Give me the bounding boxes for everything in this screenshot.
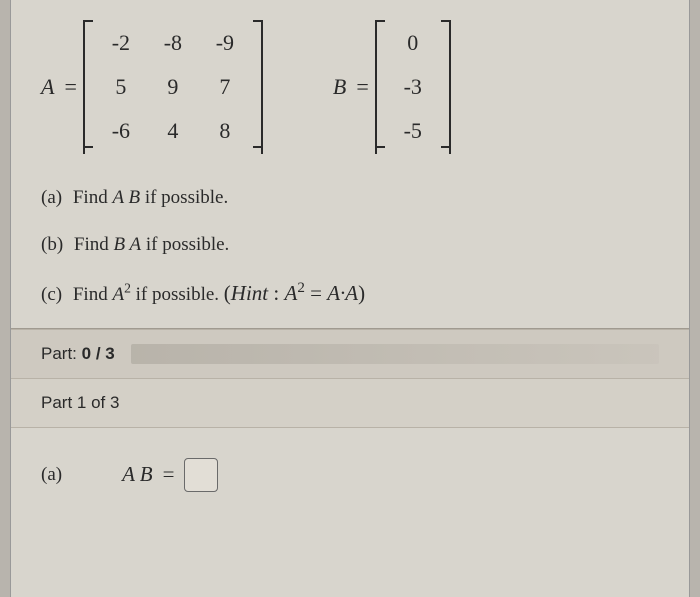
matrix-a-def: A = -2 -8 -9 5 9 7 -6 4 8 <box>41 20 263 154</box>
answer-var: A B <box>122 462 153 487</box>
matrix-a-cell: 9 <box>161 74 185 100</box>
matrix-a-cell: 8 <box>213 118 237 144</box>
answer-eq: = <box>163 462 175 487</box>
question-b-text-post: if possible. <box>141 234 229 255</box>
question-c-label: (c) <box>41 284 62 305</box>
matrix-b: 0 -3 -5 <box>375 20 451 154</box>
progress-text: Part: 0 / 3 <box>41 344 115 364</box>
matrix-a-cell: 4 <box>161 118 185 144</box>
progress-total: 3 <box>105 344 114 363</box>
question-c-text-post: if possible. <box>131 284 224 305</box>
equals-sign: = <box>356 74 368 100</box>
matrix-a-label: A <box>41 74 54 100</box>
question-b: (b) Find B A if possible. <box>41 231 659 260</box>
question-b-label: (b) <box>41 234 63 255</box>
question-a-text-post: if possible. <box>140 187 228 208</box>
progress-bar: Part: 0 / 3 <box>11 329 689 379</box>
matrix-a-cell: 7 <box>213 74 237 100</box>
matrix-a-cell: -6 <box>109 118 133 144</box>
matrix-b-cell: -5 <box>401 118 425 144</box>
equals-sign: = <box>64 74 76 100</box>
matrix-b-label: B <box>333 74 346 100</box>
matrix-a-cell: -9 <box>213 30 237 56</box>
answer-row: (a) A B = <box>41 428 659 512</box>
question-c-text-pre: Find <box>73 284 113 305</box>
matrix-definitions: A = -2 -8 -9 5 9 7 -6 4 8 B = <box>41 20 659 154</box>
progress-track <box>131 344 659 364</box>
answer-label: (a) <box>41 464 62 486</box>
hint-eq: = <box>305 281 327 305</box>
matrix-b-def: B = 0 -3 -5 <box>333 20 451 154</box>
hint-exp: 2 <box>297 280 305 296</box>
question-c-var: A <box>112 284 124 305</box>
hint-label: Hint <box>231 281 268 305</box>
matrix-b-cell: -3 <box>401 74 425 100</box>
question-a: (a) Find A B if possible. <box>41 184 659 213</box>
question-c: (c) Find A2 if possible. (Hint : A2 = A·… <box>41 277 659 310</box>
question-a-var: A B <box>112 187 140 208</box>
answer-input[interactable] <box>184 458 218 492</box>
hint-lhs: A <box>284 281 297 305</box>
question-a-label: (a) <box>41 187 62 208</box>
question-a-text-pre: Find <box>73 187 113 208</box>
matrix-a-cell: -8 <box>161 30 185 56</box>
matrix-a: -2 -8 -9 5 9 7 -6 4 8 <box>83 20 263 154</box>
matrix-b-cell: 0 <box>401 30 425 56</box>
progress-current: 0 <box>82 344 91 363</box>
hint: (Hint : A2 = A·A) <box>224 281 365 305</box>
hint-rhs: A·A <box>327 281 358 305</box>
answer-expression: A B = <box>122 458 218 492</box>
matrix-a-cell: -2 <box>109 30 133 56</box>
question-c-exp: 2 <box>124 281 131 296</box>
part-header: Part 1 of 3 <box>11 379 689 428</box>
question-b-var: B A <box>114 234 142 255</box>
question-b-text-pre: Find <box>74 234 114 255</box>
matrix-a-cell: 5 <box>109 74 133 100</box>
